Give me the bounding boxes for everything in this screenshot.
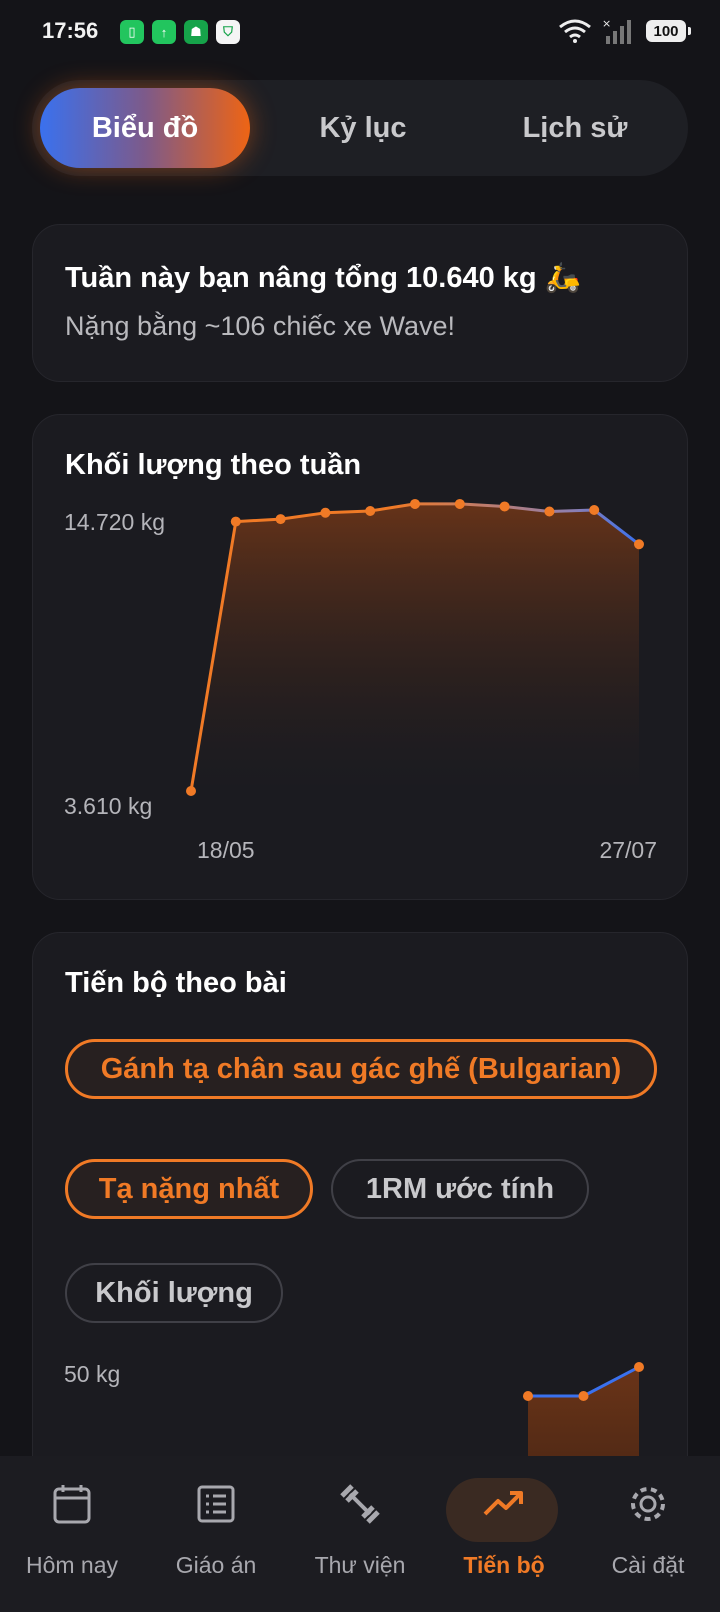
gear-icon [626,1482,670,1526]
nav-label-today: Hôm nay [25,1552,119,1578]
nav-label-progress: Tiến bộ [463,1552,545,1578]
weekly-summary-card: Tuần này bạn nâng tổng 10.640 kg 🛵 Nặng … [32,224,688,382]
nav-label-library: Thư viện [314,1552,406,1578]
weekly-volume-point-3 [320,507,331,518]
exercise-progress-point-0 [523,1391,533,1401]
tab-chart[interactable]: Biểu đồ [40,88,250,168]
weekly-volume-point-8 [544,506,555,517]
weekly-volume-point-7 [499,501,510,512]
status-bar: 17:56 ▯ ↑ ☗ ⛉ × 100 [0,0,720,66]
signal-icon: × [602,18,631,44]
weekly-volume-card: Khối lượng theo tuần 14.720 kg 3.610 kg … [32,414,688,900]
trending-up-icon [482,1482,526,1526]
battery-saver-notification-icon: ▯ [120,20,144,44]
shield-notification-icon: ⛉ [216,20,240,44]
summary-title: Tuần này bạn nâng tổng 10.640 kg 🛵 [65,262,581,294]
bottom-navigation: Hôm nay Giáo án Thư viện Tiến bộ Cài đặt [0,1456,720,1612]
nav-item-plans[interactable]: Giáo án [144,1456,288,1612]
weekly-volume-point-5 [410,498,420,509]
view-tabs: Biểu đồ Kỷ lục Lịch sử [32,80,688,176]
nav-label-settings: Cài đặt [611,1552,685,1578]
upload-notification-icon: ↑ [152,20,176,44]
nav-item-progress[interactable]: Tiến bộ [432,1456,576,1612]
weekly-volume-point-2 [275,514,286,525]
nav-label-plans: Giáo án [175,1552,257,1578]
nav-item-library[interactable]: Thư viện [288,1456,432,1612]
weekly-volume-point-9 [589,504,600,515]
weekly-volume-area [191,503,639,791]
exercise-progress-point-1 [578,1391,589,1401]
wifi-icon [559,19,591,43]
weekly-volume-point-0 [186,786,196,796]
tab-history[interactable]: Lịch sử [470,88,680,168]
weekly-volume-point-4 [365,506,376,516]
exercise-progress-point-2 [634,1362,644,1372]
list-icon [194,1482,238,1526]
weekly-volume-point-1 [230,516,241,527]
android-notification-icon: ☗ [184,20,208,44]
exercise-progress-card: Tiến bộ theo bài Gánh tạ chân sau gác gh… [32,932,688,1493]
status-right: × 100 [558,18,691,44]
calendar-icon [50,1482,94,1526]
weekly-volume-chart [186,498,644,796]
battery-indicator: 100 [646,20,691,42]
nav-item-today[interactable]: Hôm nay [0,1456,144,1612]
exercise-progress-chart [523,1362,644,1493]
tab-records[interactable]: Kỷ lục [258,88,468,168]
dumbbell-icon [338,1482,382,1526]
nav-item-settings[interactable]: Cài đặt [576,1456,720,1612]
notification-icons: ▯ ↑ ☗ ⛉ [120,20,240,44]
weekly-volume-point-6 [454,498,465,509]
summary-subtitle: Nặng bằng ~106 chiếc xe Wave! [65,311,455,341]
weekly-volume-point-10 [634,539,644,550]
status-time: 17:56 [42,18,99,43]
svg-text:×: × [602,18,611,30]
